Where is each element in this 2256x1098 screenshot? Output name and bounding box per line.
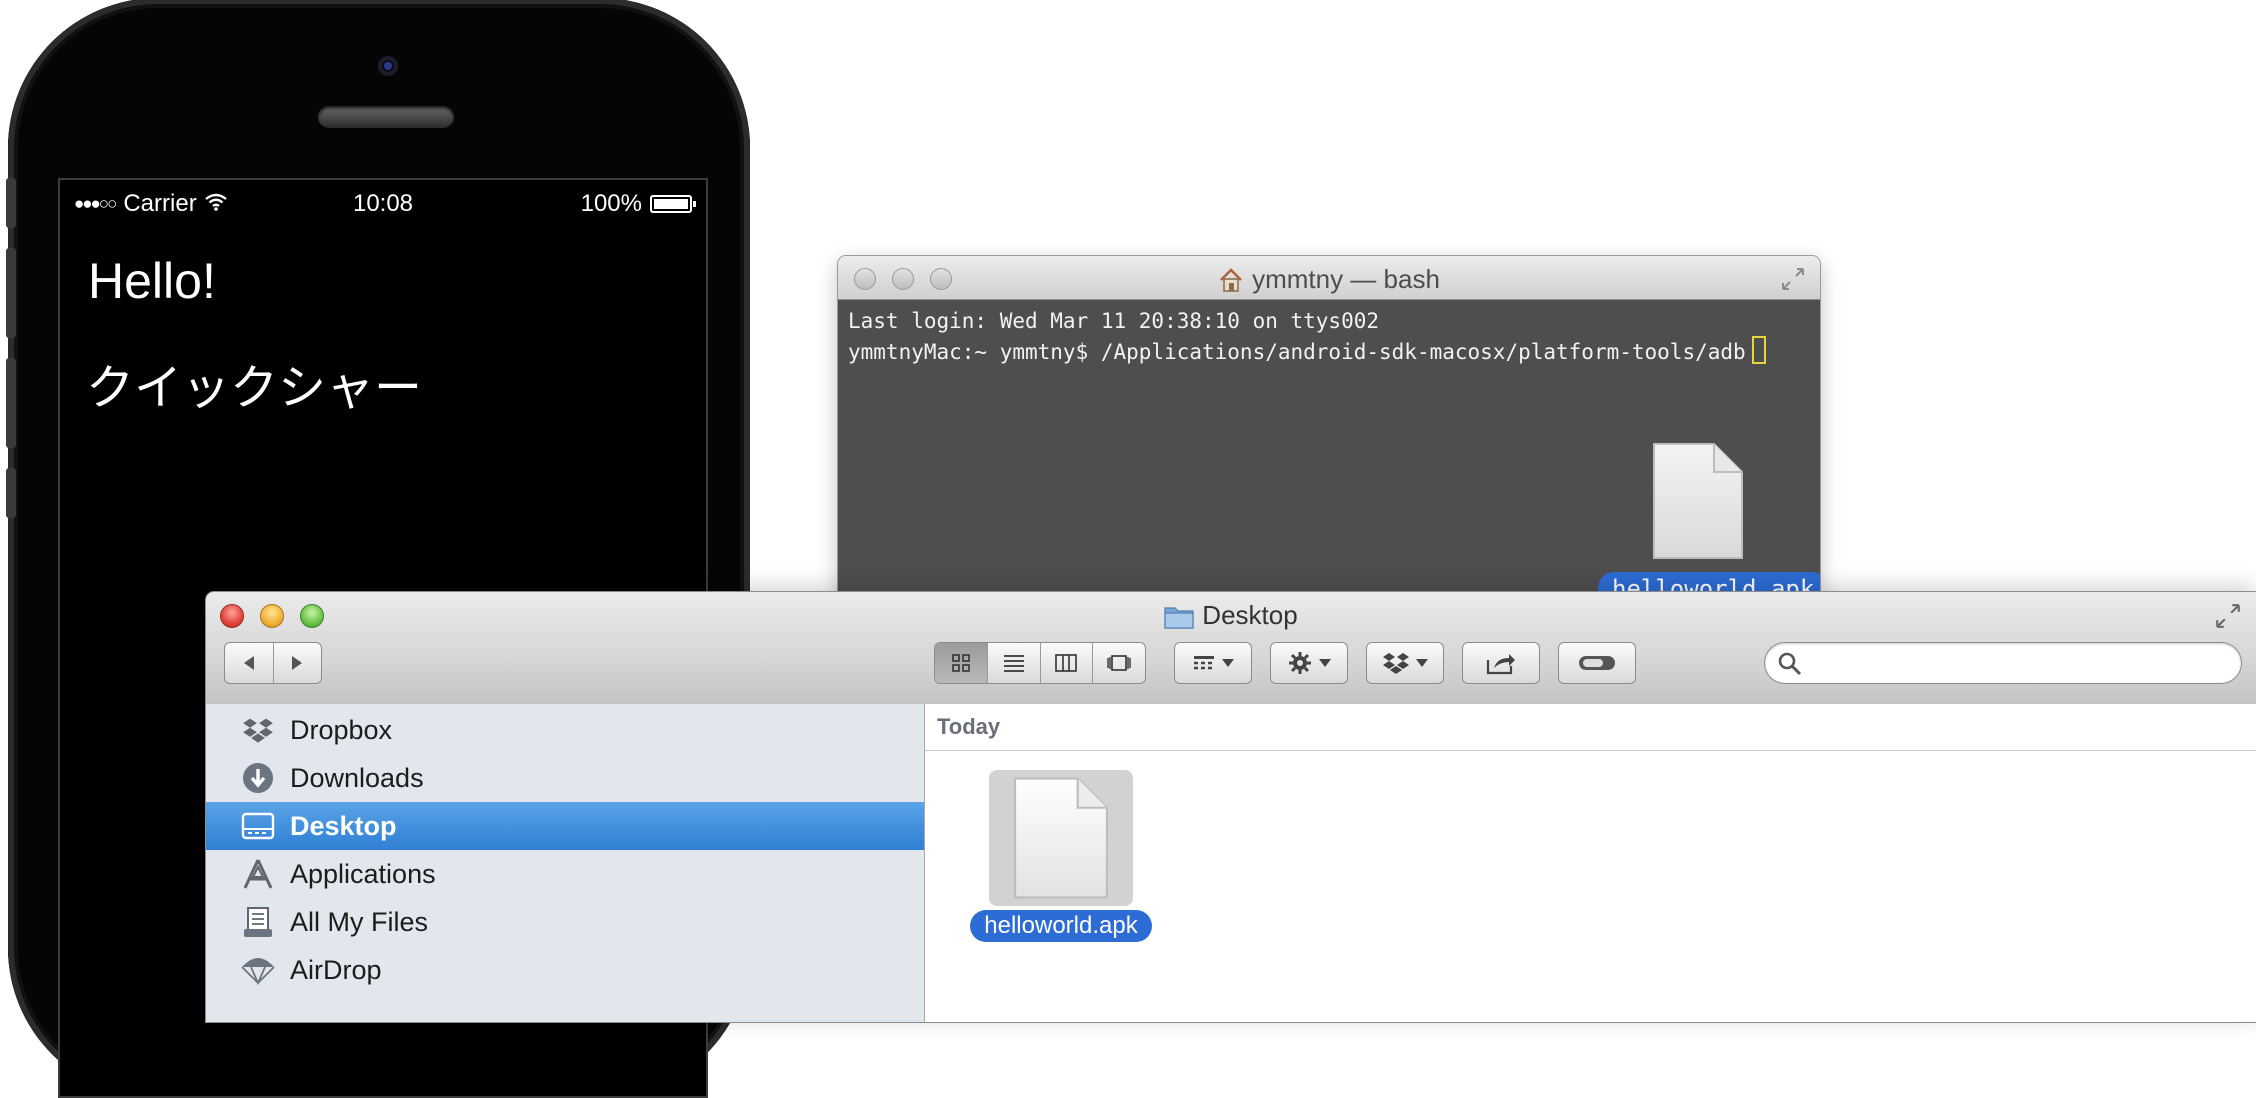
sidebar-item-applications[interactable]: Applications [206,850,924,898]
icon-view-button[interactable] [935,643,988,683]
share-button[interactable] [1462,642,1540,684]
finder-toolbar: Desktop [206,592,2256,705]
text-cursor [1751,336,1766,364]
list-view-button[interactable] [988,643,1041,683]
chevron-down-icon [1222,659,1234,667]
sidebar-item-label: Dropbox [290,714,393,745]
command-text: ymmtnyMac:~ ymmtny$ /Applications/androi… [848,340,1746,364]
column-view-button[interactable] [1041,643,1094,683]
list-view-icon [1003,655,1024,672]
forward-arrow-icon [292,656,303,670]
sidebar-item-label: All My Files [290,906,429,937]
back-arrow-icon [243,656,254,670]
sidebar-item-dropbox[interactable]: Dropbox [206,706,924,754]
finder-content[interactable]: Today helloworld.apk [925,704,2256,1022]
last-login-line: Last login: Wed Mar 11 20:38:10 on ttys0… [848,309,1380,333]
cover-flow-icon [1107,655,1131,671]
status-bar: ●●●○○ Carrier 10:08 100% [60,180,706,224]
sidebar-item-all-my-files[interactable]: All My Files [206,898,924,946]
arrange-button[interactable] [1174,642,1252,684]
folder-icon [1164,606,1194,629]
chevron-down-icon [1319,659,1331,667]
dropbox-icon [240,712,276,748]
share-icon [1486,654,1515,675]
column-view-icon [1055,654,1078,672]
downloads-icon [240,760,276,796]
finder-title: Desktop [1202,600,1298,630]
sidebar-item-label: AirDrop [290,954,382,985]
action-button[interactable] [1270,642,1348,684]
search-icon [1778,652,1802,676]
search-input[interactable] [1813,649,2227,679]
sidebar-item-desktop[interactable]: Desktop [206,802,924,850]
back-forward-control [224,642,322,684]
arrange-icon [1194,656,1214,670]
file-name-label: helloworld.apk [970,910,1152,942]
chevron-down-icon [1416,659,1428,667]
battery-percent: 100% [580,190,642,217]
applications-icon [240,856,276,892]
all-my-files-icon [240,904,276,940]
file-thumbnail [989,770,1133,906]
search-field[interactable] [1764,642,2242,684]
volume-down-button [6,358,16,448]
file-item[interactable]: helloworld.apk [961,770,1161,942]
back-button[interactable] [225,643,274,683]
mute-switch [6,178,16,228]
japanese-label: クイックシャー [86,362,423,415]
dropbox-icon [1383,653,1409,674]
dropbox-toolbar-button[interactable] [1366,642,1444,684]
terminal-title: ymmtny — bash [1252,264,1440,294]
side-button [6,468,16,518]
command-line: ymmtnyMac:~ ymmtny$ /Applications/androi… [848,336,1810,367]
front-camera [378,56,398,76]
section-header-today: Today [925,704,2256,751]
tag-icon [1579,656,1615,670]
hello-label: Hello! [88,253,216,309]
gear-icon [1289,652,1311,674]
icon-view-icon [952,654,970,672]
forward-button[interactable] [274,643,322,683]
volume-up-button [6,248,16,338]
terminal-titlebar[interactable]: ymmtny — bash [838,256,1820,300]
terminal-output[interactable]: Last login: Wed Mar 11 20:38:10 on ttys0… [838,300,1820,596]
terminal-window: ymmtny — bash Last login: Wed Mar 11 20:… [838,256,1820,596]
fullscreen-icon[interactable] [2214,602,2242,630]
document-icon [1653,443,1743,559]
battery-icon [650,195,696,213]
sidebar-item-airdrop[interactable]: AirDrop [206,946,924,994]
fullscreen-icon[interactable] [1780,266,1806,292]
finder-sidebar: Dropbox Downloads Desktop Applications A… [206,704,925,1022]
home-folder-icon [1218,267,1244,293]
earpiece-speaker [318,106,454,128]
sidebar-item-label: Desktop [290,810,397,841]
edit-tags-button[interactable] [1558,642,1636,684]
desktop-icon [240,808,276,844]
document-icon [1014,777,1108,899]
sidebar-item-downloads[interactable]: Downloads [206,754,924,802]
dragged-file[interactable]: helloworld.apk [1598,442,1820,596]
sidebar-item-label: Downloads [290,762,424,793]
cover-flow-button[interactable] [1093,643,1145,683]
sidebar-item-label: Applications [290,858,436,889]
airdrop-icon [240,952,276,988]
finder-window: Desktop Dropbox Downloads Desktop Applic… [206,592,2256,1022]
view-mode-control [934,642,1146,684]
